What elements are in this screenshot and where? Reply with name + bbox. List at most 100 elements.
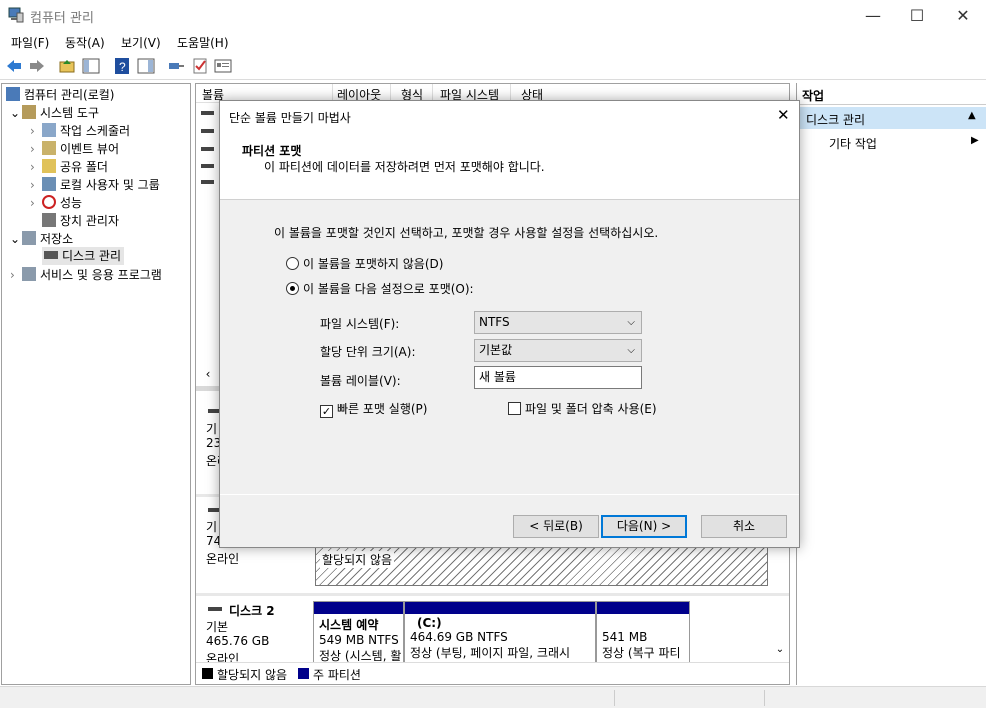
- compression-checkbox[interactable]: 파일 및 폴더 압축 사용(E): [508, 400, 657, 417]
- disk-type: 기: [206, 520, 218, 534]
- radio-no-format[interactable]: 이 볼륨을 포맷하지 않음(D): [286, 255, 443, 272]
- unallocated-legend-swatch: [202, 668, 213, 679]
- volume-row-icon: [201, 129, 214, 133]
- checkbox-unchecked[interactable]: [508, 402, 521, 415]
- properties-icon[interactable]: [214, 57, 232, 75]
- tree-item-storage[interactable]: ⌄ 저장소: [10, 230, 73, 247]
- allocation-unit-select[interactable]: 기본값 ⌵: [474, 339, 642, 362]
- chevron-down-icon: ⌵: [627, 345, 635, 356]
- chevron-right-icon[interactable]: ›: [30, 124, 42, 138]
- dialog-subheading: 이 파티션에 데이터를 저장하려면 먼저 포맷해야 합니다.: [264, 160, 545, 174]
- partition-status: 정상 (부팅, 페이지 파일, 크래시: [410, 646, 571, 660]
- status-divider: [614, 690, 615, 706]
- partition-size: 541 MB: [602, 630, 648, 644]
- close-button[interactable]: ✕: [940, 0, 986, 31]
- dialog-title-bar: 단순 볼륨 만들기 마법사 ✕: [220, 101, 799, 131]
- radio-format[interactable]: 이 볼륨을 다음 설정으로 포맷(O):: [286, 280, 474, 297]
- checklist-icon[interactable]: [191, 57, 209, 75]
- partition-system-reserved[interactable]: 시스템 예약 549 MB NTFS 정상 (시스템, 활: [313, 601, 404, 668]
- help-icon[interactable]: ?: [113, 57, 131, 75]
- tree-item-performance[interactable]: › 성능: [30, 194, 82, 211]
- volume-label-input[interactable]: 새 볼륨: [474, 366, 642, 389]
- back-arrow-icon[interactable]: [5, 57, 23, 75]
- unallocated-partition[interactable]: 할당되지 않음: [315, 546, 768, 586]
- tree-item-disk-management[interactable]: 디스크 관리: [42, 247, 125, 265]
- checkbox-label: 파일 및 폴더 압축 사용(E): [525, 402, 657, 416]
- chevron-right-icon[interactable]: ›: [30, 196, 42, 210]
- volume-row-icon: [201, 147, 214, 151]
- partition-name: [597, 614, 689, 630]
- dialog-instruction: 이 볼륨을 포맷할 것인지 선택하고, 포맷할 경우 사용할 설정을 선택하십시…: [274, 226, 659, 240]
- tree-label: 장치 관리자: [60, 214, 120, 228]
- tree-label: 컴퓨터 관리(로컬): [24, 88, 115, 102]
- partition-size: 464.69 GB NTFS: [410, 630, 508, 644]
- tree-item-system-tools[interactable]: ⌄ 시스템 도구: [10, 104, 99, 121]
- allocation-unit-value: 기본값: [479, 343, 513, 357]
- tree-item-root[interactable]: 컴퓨터 관리(로컬): [6, 86, 114, 103]
- actions-more[interactable]: 기타 작업 ▶: [798, 131, 986, 153]
- show-hide-tree-icon[interactable]: [82, 57, 100, 75]
- checkbox-checked[interactable]: ✓: [320, 405, 333, 418]
- svg-text:?: ?: [119, 60, 126, 74]
- disk-size: 465.76 GB: [206, 634, 270, 648]
- tree-item-device-manager[interactable]: 장치 관리자: [42, 212, 119, 229]
- event-viewer-icon: [42, 141, 56, 155]
- tree-label: 저장소: [40, 232, 74, 246]
- tree-item-event-viewer[interactable]: › 이벤트 뷰어: [30, 140, 119, 157]
- tree-item-services[interactable]: › 서비스 및 응용 프로그램: [10, 266, 162, 283]
- disk-icon: [44, 251, 58, 259]
- partition-bar: [314, 602, 403, 614]
- chevron-right-icon[interactable]: ›: [30, 160, 42, 174]
- up-folder-icon[interactable]: [58, 57, 76, 75]
- chevron-down-icon[interactable]: ⌄: [10, 232, 22, 246]
- actions-disk-management-header[interactable]: 디스크 관리 ▲: [798, 107, 986, 129]
- shared-folder-icon: [42, 159, 56, 173]
- quick-format-checkbox[interactable]: ✓ 빠른 포맷 실행(P): [320, 400, 427, 418]
- collapse-up-icon[interactable]: ▲: [968, 110, 976, 121]
- partition-c-drive[interactable]: (C:) 464.69 GB NTFS 정상 (부팅, 페이지 파일, 크래시: [404, 601, 596, 668]
- chevron-right-icon[interactable]: ›: [30, 142, 42, 156]
- scroll-left-button[interactable]: ‹: [196, 367, 220, 383]
- chevron-down-icon[interactable]: ⌄: [10, 106, 22, 120]
- maximize-button[interactable]: ☐: [894, 0, 940, 31]
- navigation-tree: 컴퓨터 관리(로컬) ⌄ 시스템 도구 › 작업 스케줄러 › 이벤트 뷰어 › 공유 …: [1, 83, 191, 685]
- radio-button-selected[interactable]: [286, 282, 299, 295]
- chevron-right-icon[interactable]: ›: [10, 268, 22, 282]
- status-divider: [764, 690, 765, 706]
- menu-view[interactable]: 보기(V): [121, 34, 161, 51]
- radio-button[interactable]: [286, 257, 299, 270]
- window-title: 컴퓨터 관리: [30, 11, 94, 26]
- actions-more-label: 기타 작업: [829, 137, 877, 151]
- tree-item-local-users[interactable]: › 로컬 사용자 및 그룹: [30, 176, 160, 193]
- tree-label: 성능: [60, 196, 83, 210]
- menu-file[interactable]: 파일(F): [11, 34, 49, 51]
- show-action-pane-icon[interactable]: [137, 57, 155, 75]
- computer-management-icon: [6, 87, 20, 101]
- actions-pane: 작업 디스크 관리 ▲ 기타 작업 ▶: [796, 83, 986, 685]
- dialog-heading: 파티션 포맷: [242, 144, 302, 158]
- tools-icon: [22, 105, 36, 119]
- partition-recovery[interactable]: 541 MB 정상 (복구 파티: [596, 601, 690, 668]
- menu-help[interactable]: 도움말(H): [177, 34, 229, 51]
- volume-row-icon: [201, 111, 214, 115]
- tree-label: 시스템 도구: [40, 106, 100, 120]
- dialog-close-icon[interactable]: ✕: [777, 106, 790, 124]
- minimize-button[interactable]: —: [850, 0, 896, 31]
- scroll-down-button[interactable]: ⌄: [773, 644, 787, 658]
- connect-icon[interactable]: [167, 57, 185, 75]
- cancel-button[interactable]: 취소: [701, 515, 787, 538]
- submenu-arrow-icon: ▶: [971, 135, 979, 146]
- filesystem-select[interactable]: NTFS ⌵: [474, 311, 642, 334]
- device-manager-icon: [42, 213, 56, 227]
- tree-label: 공유 폴더: [60, 160, 108, 174]
- status-bar: [0, 686, 986, 708]
- menu-action[interactable]: 동작(A): [65, 34, 105, 51]
- actions-title: 작업: [802, 89, 825, 103]
- disk-type: 기본: [206, 620, 229, 634]
- next-button[interactable]: 다음(N) >: [601, 515, 687, 538]
- tree-item-task-scheduler[interactable]: › 작업 스케줄러: [30, 122, 130, 139]
- back-button[interactable]: < 뒤로(B): [513, 515, 599, 538]
- chevron-right-icon[interactable]: ›: [30, 178, 42, 192]
- forward-arrow-icon[interactable]: [28, 57, 46, 75]
- tree-item-shared-folders[interactable]: › 공유 폴더: [30, 158, 108, 175]
